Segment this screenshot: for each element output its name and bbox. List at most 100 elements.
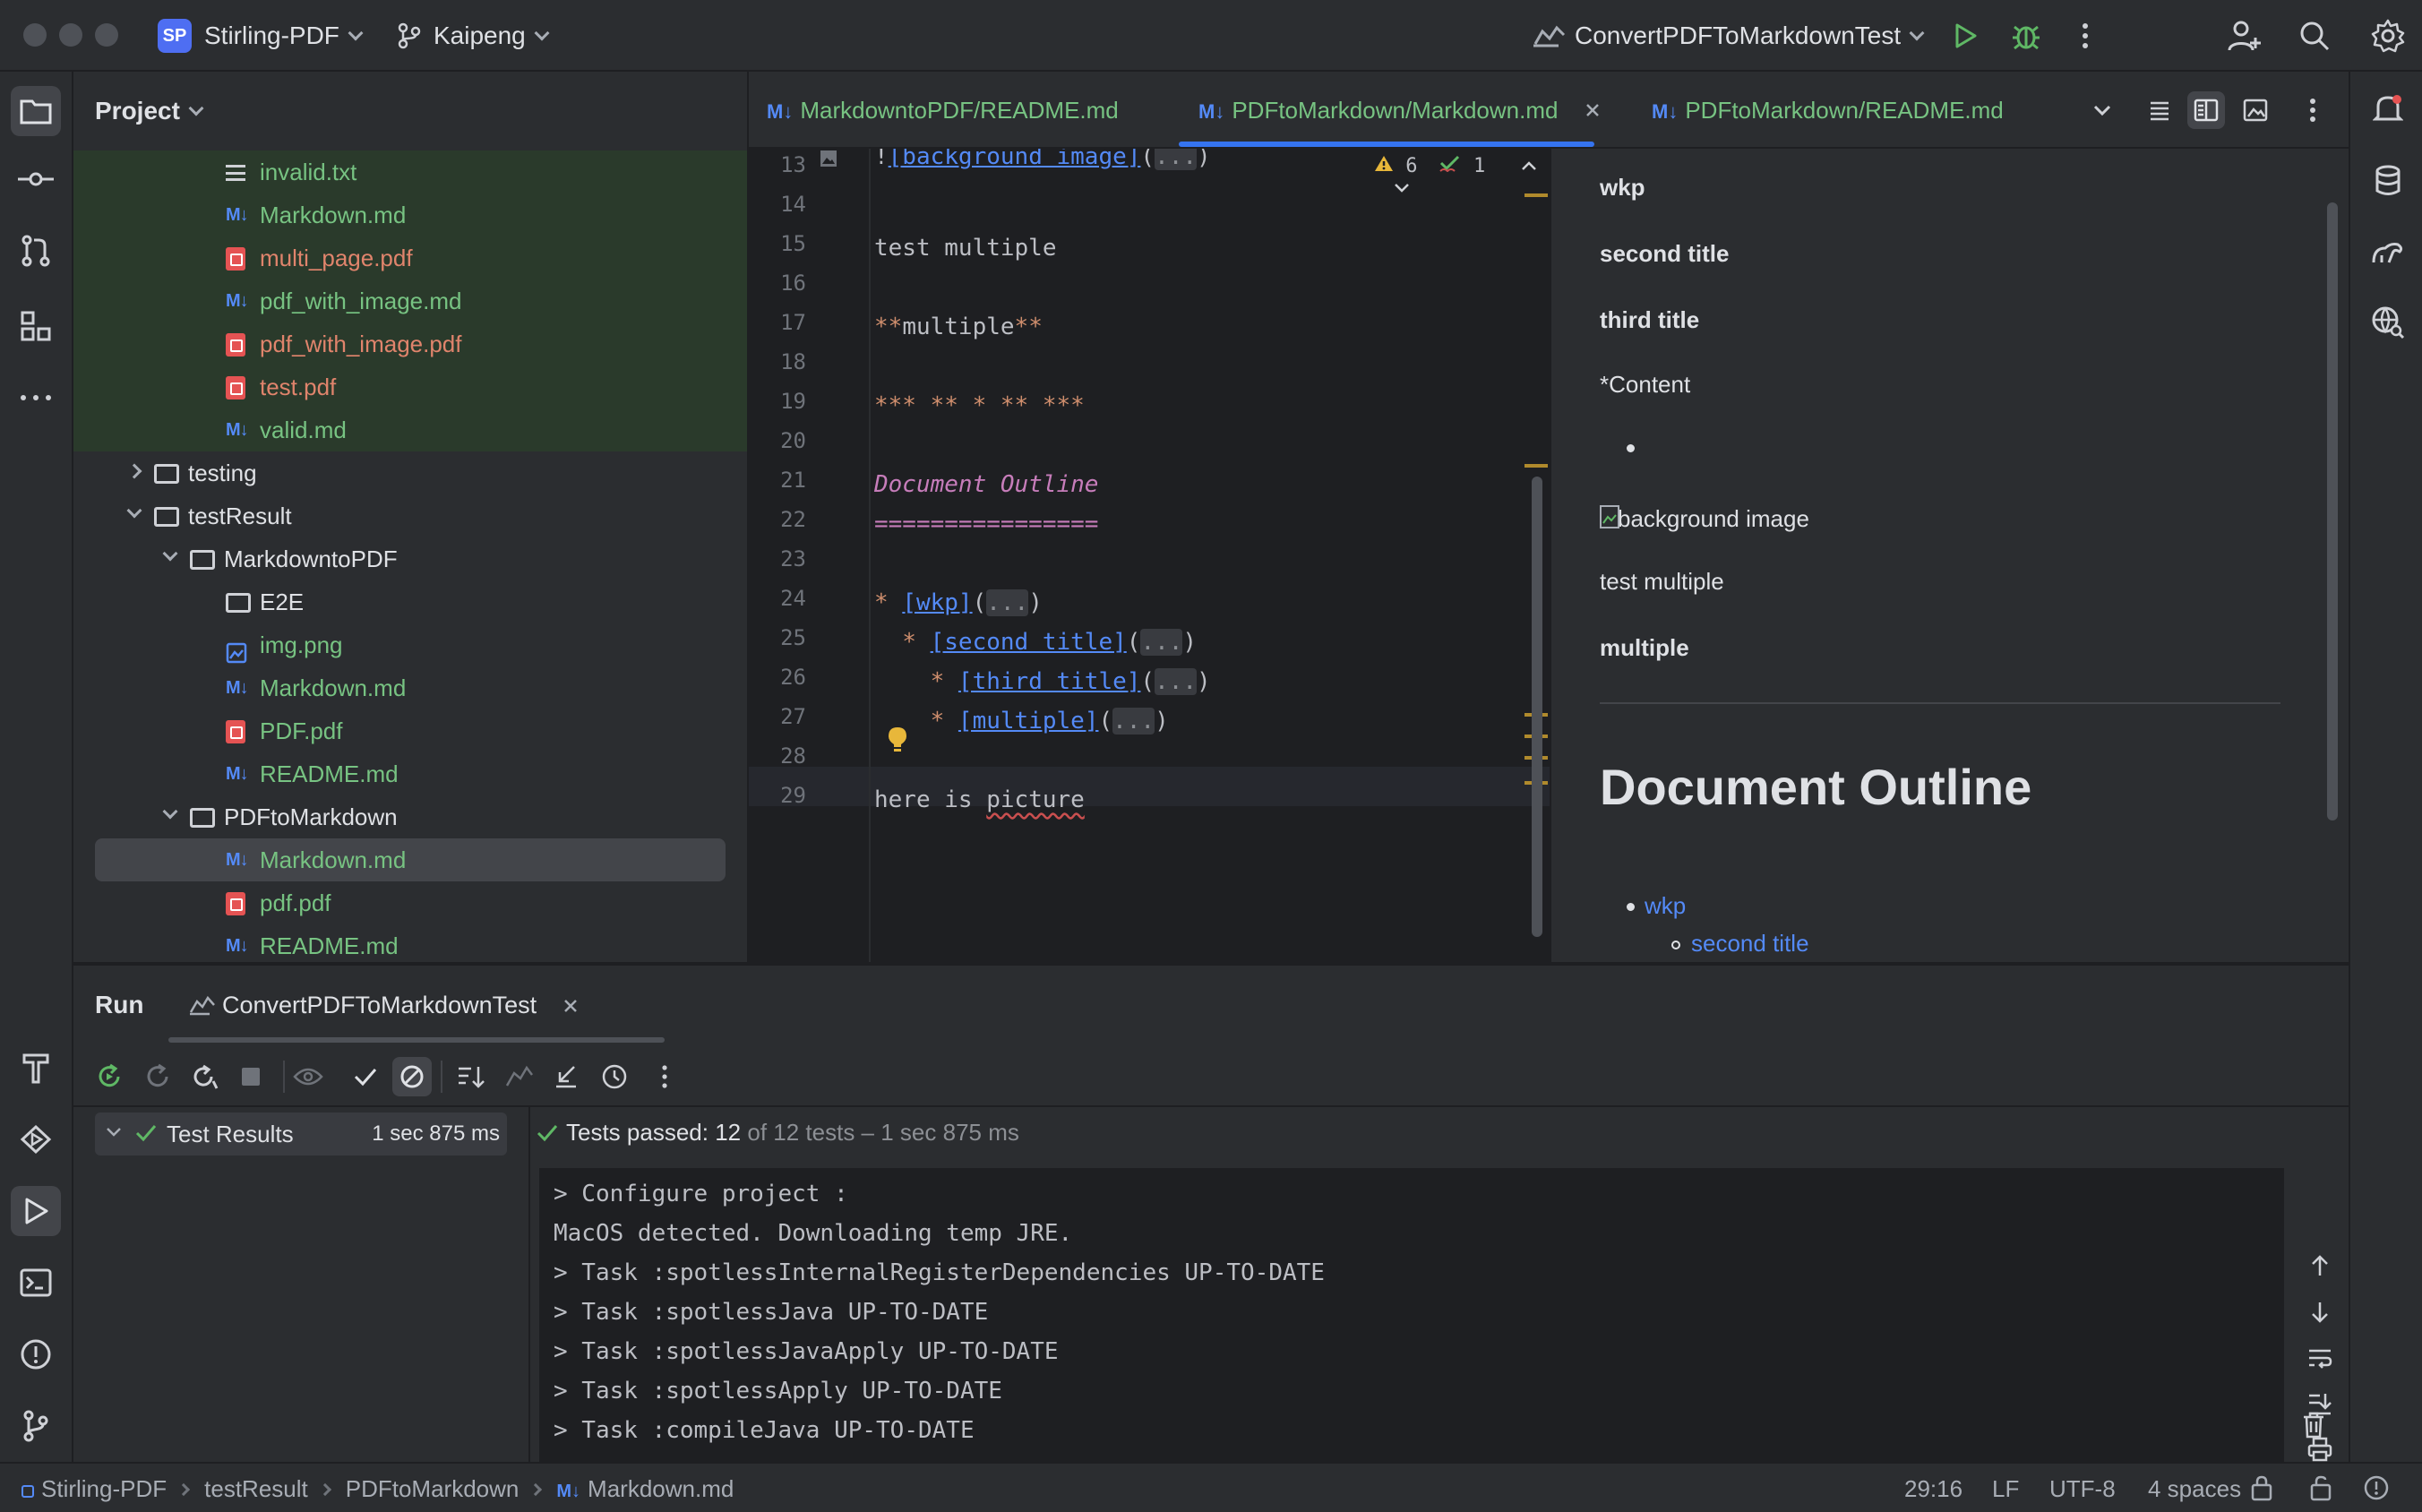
import-tests-button[interactable] [502, 1059, 537, 1095]
indent-setting[interactable]: 4 spaces [2148, 1464, 2241, 1512]
line-separator[interactable]: LF [1992, 1464, 2019, 1512]
debug-icon[interactable] [2010, 20, 2042, 52]
tree-item[interactable]: PDFtoMarkdown [73, 795, 747, 838]
tabs-dropdown-icon[interactable] [2092, 100, 2112, 120]
minimize-window-button[interactable] [59, 23, 82, 47]
notifications-button[interactable] [2363, 84, 2413, 134]
breadcrumb-item[interactable]: Stirling-PDF [41, 1475, 167, 1502]
close-window-button[interactable] [23, 23, 47, 47]
chevron-down-icon[interactable] [126, 503, 142, 519]
print-icon[interactable] [2307, 1437, 2332, 1462]
inspection-widget[interactable]: 6 1 [1374, 154, 1550, 200]
export-button[interactable] [548, 1059, 584, 1095]
branch-switcher[interactable]: Kaipeng [398, 0, 550, 72]
file-encoding[interactable]: UTF-8 [2049, 1464, 2116, 1512]
commit-tool-button[interactable] [11, 154, 61, 204]
sort-button[interactable] [453, 1059, 489, 1095]
run-icon[interactable] [1951, 21, 1980, 50]
tree-item[interactable]: test.pdf [73, 365, 747, 408]
tree-item[interactable]: invalid.txt [73, 150, 747, 193]
terminal-tool-button[interactable] [11, 1258, 61, 1308]
link-text[interactable]: [third title] [958, 668, 1141, 695]
tree-item[interactable]: pdf_with_image.pdf [73, 322, 747, 365]
lightbulb-icon[interactable] [887, 726, 908, 752]
git-tool-button[interactable] [11, 1401, 61, 1451]
tree-item[interactable]: testResult [73, 494, 747, 537]
tree-item[interactable]: M↓ valid.md [73, 408, 747, 451]
folded-url[interactable]: ... [1140, 629, 1183, 656]
next-highlight-icon[interactable] [1394, 182, 1410, 194]
tree-item[interactable]: MarkdowntoPDF [73, 537, 747, 580]
run-config-tab[interactable]: ConvertPDFToMarkdownTest [188, 966, 578, 1044]
problems-tool-button[interactable] [11, 1329, 61, 1379]
warning-marker[interactable] [1524, 464, 1548, 468]
problems-icon[interactable] [2363, 1474, 2390, 1501]
tab-markdowntopdf-readme[interactable]: M↓ MarkdowntoPDF/README.md [767, 72, 1119, 149]
test-results-root[interactable]: Test Results 1 sec 875 ms [95, 1113, 507, 1155]
folded-url[interactable]: ... [986, 589, 1029, 616]
preview-link-wkp[interactable]: wkp [1645, 892, 1686, 920]
add-user-icon[interactable] [2227, 18, 2263, 54]
preview-only-icon[interactable] [2243, 99, 2268, 122]
tree-item[interactable]: E2E [73, 580, 747, 623]
tree-item[interactable]: PDF.pdf [73, 709, 747, 752]
rerun-failed-button[interactable] [140, 1059, 176, 1095]
tree-item[interactable]: multi_page.pdf [73, 236, 747, 279]
soft-wrap-icon[interactable] [2307, 1347, 2332, 1370]
rerun-button[interactable] [91, 1059, 127, 1095]
tree-item[interactable]: M↓ Markdown.md [73, 193, 747, 236]
preview-scrollbar[interactable] [2327, 202, 2338, 820]
web-inspector-button[interactable] [2363, 297, 2413, 348]
database-button[interactable] [2363, 156, 2413, 206]
project-panel-title[interactable]: Project [95, 72, 204, 150]
warning-marker[interactable] [1524, 193, 1548, 197]
link-text[interactable]: [multiple] [958, 708, 1099, 735]
run-config-selector[interactable]: ConvertPDFToMarkdownTest [1532, 0, 1925, 72]
code-editor[interactable]: 13 14 15 16 17 18 19 20 21 22 23 24 25 26 27 28 29 ![bac… [749, 149, 1550, 962]
chevron-down-icon[interactable] [162, 803, 178, 820]
toggle-auto-test-button[interactable] [186, 1059, 222, 1095]
project-switcher[interactable]: Stirling-PDF [204, 0, 364, 72]
tree-item[interactable]: pdf.pdf [73, 881, 747, 924]
editor-scrollbar[interactable] [1532, 477, 1542, 937]
services-tool-button[interactable] [11, 1114, 61, 1164]
breadcrumb-item[interactable]: testResult [204, 1475, 308, 1502]
split-view-button[interactable] [2187, 91, 2225, 129]
gradle-button[interactable] [2363, 228, 2413, 278]
close-tab-icon[interactable] [563, 999, 578, 1013]
link-text[interactable]: [wkp] [902, 589, 972, 616]
tree-item[interactable]: M↓ Markdown.md [73, 666, 747, 709]
chevron-right-icon[interactable] [126, 463, 142, 479]
tab-pdftomarkdown-markdown[interactable]: M↓ PDFtoMarkdown/Markdown.md [1198, 72, 1601, 149]
tree-item[interactable]: img.png [73, 623, 747, 666]
scroll-down-icon[interactable] [2309, 1301, 2331, 1324]
settings-lock-icon[interactable] [2250, 1474, 2273, 1501]
folded-url[interactable]: ... [1112, 708, 1155, 735]
breadcrumb-item[interactable]: Markdown.md [588, 1475, 734, 1502]
tree-item[interactable]: M↓ README.md [73, 752, 747, 795]
show-passed-button[interactable] [290, 1059, 326, 1095]
previous-highlight-icon[interactable] [1521, 159, 1537, 172]
link-text[interactable]: [background image] [889, 149, 1141, 170]
more-editor-actions-icon[interactable] [2306, 97, 2320, 124]
close-tab-icon[interactable] [1585, 102, 1601, 118]
build-tool-button[interactable] [11, 1043, 61, 1093]
tree-item[interactable]: M↓ pdf_with_image.md [73, 279, 747, 322]
breadcrumb-item[interactable]: PDFtoMarkdown [346, 1475, 520, 1502]
chevron-down-icon[interactable] [162, 546, 178, 562]
caret-position[interactable]: 29:16 [1904, 1464, 1963, 1512]
folded-url[interactable]: ... [1155, 668, 1198, 695]
more-actions-icon[interactable] [2074, 20, 2096, 52]
tree-item[interactable]: M↓ Markdown.md [73, 838, 747, 881]
zoom-window-button[interactable] [95, 23, 118, 47]
show-ignored-button[interactable] [392, 1057, 432, 1096]
search-icon[interactable] [2298, 20, 2331, 52]
folded-url[interactable]: ... [1155, 149, 1198, 170]
show-passed-tests-button[interactable] [348, 1059, 383, 1095]
more-tools-button[interactable] [11, 373, 61, 423]
preview-link-second-title[interactable]: second title [1691, 930, 1809, 958]
project-tool-button[interactable] [11, 86, 61, 136]
tree-item[interactable]: M↓ README.md [73, 924, 747, 962]
image-gutter-icon[interactable] [819, 149, 838, 168]
run-tool-button[interactable] [11, 1186, 61, 1236]
